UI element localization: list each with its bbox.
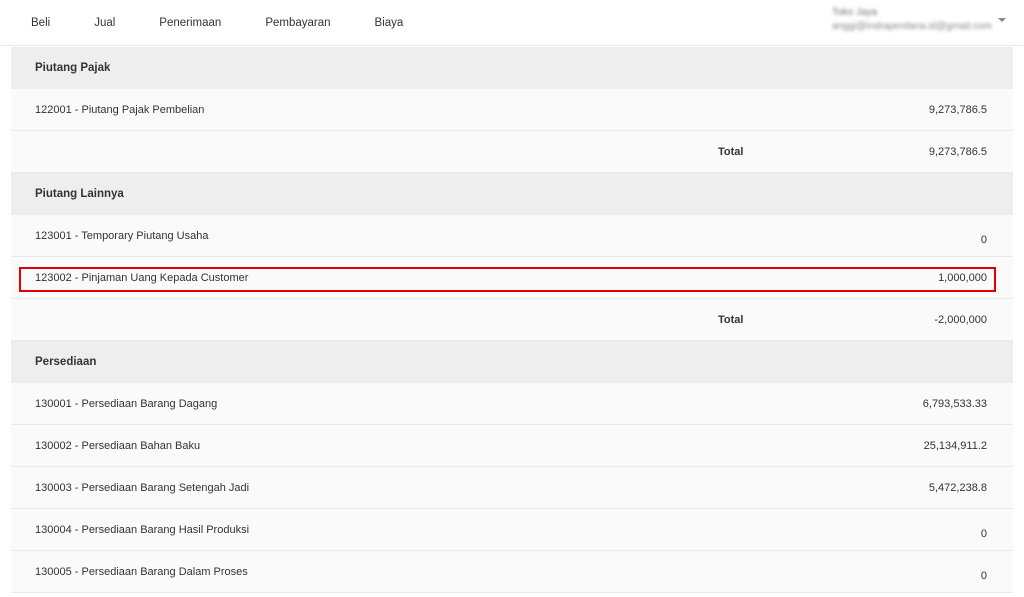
account-name: 123002 - Pinjaman Uang Kepada Customer: [35, 272, 249, 284]
user-email: anggi@indraperdana.id@gmail.com: [832, 21, 992, 32]
total-label: Total: [718, 146, 744, 158]
nav-item-beli[interactable]: Beli: [19, 17, 50, 29]
nav-item-jual[interactable]: Jual: [82, 17, 115, 29]
list-item[interactable]: 123002 - Pinjaman Uang Kepada Customer 1…: [11, 257, 1013, 299]
total-label: Total: [718, 314, 744, 326]
account-amount: 0: [980, 234, 987, 246]
account-name: 130001 - Persediaan Barang Dagang: [35, 398, 218, 410]
account-amount: 5,472,238.8: [928, 482, 987, 494]
account-balance-list: Piutang Pajak 122001 - Piutang Pajak Pem…: [11, 47, 1013, 593]
total-row: Total -2,000,000: [11, 299, 1013, 341]
list-item[interactable]: 130004 - Persediaan Barang Hasil Produks…: [11, 509, 1013, 551]
list-item[interactable]: 130003 - Persediaan Barang Setengah Jadi…: [11, 467, 1013, 509]
account-name: 123001 - Temporary Piutang Usaha: [35, 230, 209, 242]
account-name: 130003 - Persediaan Barang Setengah Jadi: [35, 482, 250, 494]
top-navigation-bar: Beli Jual Penerimaan Pembayaran Biaya To…: [0, 0, 1024, 46]
section-header-piutang-lainnya: Piutang Lainnya: [11, 173, 1013, 215]
main-menu: Beli Jual Penerimaan Pembayaran Biaya: [19, 0, 435, 46]
total-row: Total 9,273,786.5: [11, 131, 1013, 173]
account-amount: 1,000,000: [938, 272, 987, 284]
account-name: 130005 - Persediaan Barang Dalam Proses: [35, 566, 248, 578]
chevron-down-icon[interactable]: [998, 18, 1006, 22]
list-item[interactable]: 130001 - Persediaan Barang Dagang 6,793,…: [11, 383, 1013, 425]
account-amount: 0: [980, 570, 987, 582]
account-amount: 25,134,911.2: [923, 440, 987, 452]
section-header-persediaan: Persediaan: [11, 341, 1013, 383]
nav-item-biaya[interactable]: Biaya: [363, 17, 404, 29]
list-item[interactable]: 123001 - Temporary Piutang Usaha 0: [11, 215, 1013, 257]
account-amount: 9,273,786.5: [928, 104, 987, 116]
account-amount: 6,793,533.33: [922, 398, 987, 410]
total-amount: -2,000,000: [934, 314, 987, 326]
list-item[interactable]: 122001 - Piutang Pajak Pembelian 9,273,7…: [11, 89, 1013, 131]
nav-item-pembayaran[interactable]: Pembayaran: [253, 17, 330, 29]
user-name: Toko Jaya: [832, 7, 878, 18]
account-name: 130004 - Persediaan Barang Hasil Produks…: [35, 524, 250, 536]
account-name: 130002 - Persediaan Bahan Baku: [35, 440, 201, 452]
nav-item-penerimaan[interactable]: Penerimaan: [147, 17, 221, 29]
list-item[interactable]: 130002 - Persediaan Bahan Baku 25,134,91…: [11, 425, 1013, 467]
account-amount: 0: [980, 528, 987, 540]
user-account-menu[interactable]: Toko Jaya anggi@indraperdana.id@gmail.co…: [832, 6, 992, 34]
list-item[interactable]: 130005 - Persediaan Barang Dalam Proses …: [11, 551, 1013, 593]
total-amount: 9,273,786.5: [928, 146, 987, 158]
account-name: 122001 - Piutang Pajak Pembelian: [35, 104, 205, 116]
section-header-piutang-pajak: Piutang Pajak: [11, 47, 1013, 89]
